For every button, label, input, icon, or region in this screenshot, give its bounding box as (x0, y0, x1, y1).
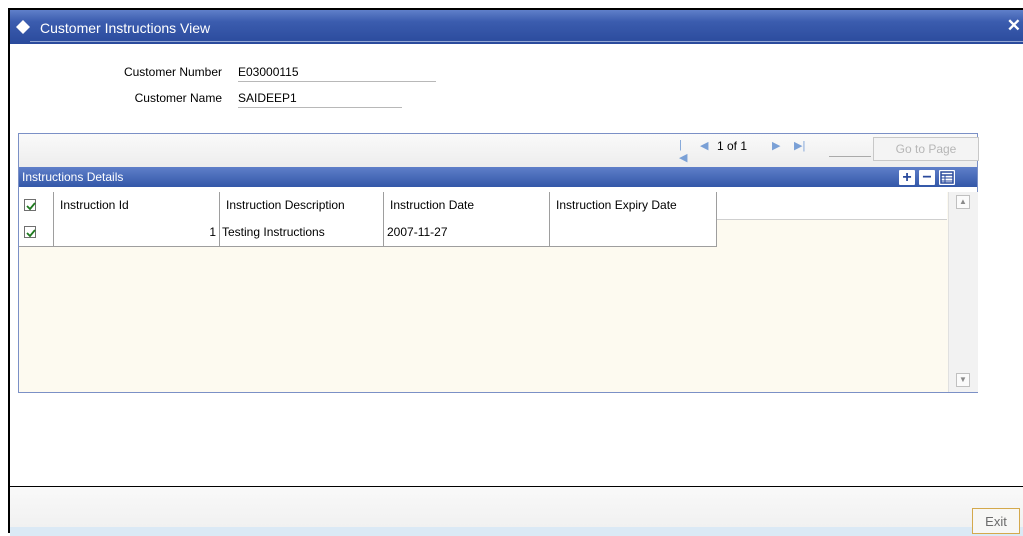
select-all-cell (19, 192, 54, 219)
row-select-cell (19, 219, 54, 246)
footer-strip (10, 527, 1023, 536)
previous-page-icon[interactable]: ◀ (700, 139, 708, 152)
grid-view-button[interactable] (939, 170, 955, 185)
customer-number-label: Customer Number (123, 65, 222, 79)
checkmark-icon (26, 229, 36, 238)
instructions-panel: |◀ ◀ 1 of 1 ▶ ▶| Go to Page Instructions… (18, 133, 979, 393)
grid-icon (940, 171, 954, 184)
instructions-grid: Instruction Id Instruction Description I… (19, 192, 978, 392)
customer-name-label: Customer Name (134, 91, 222, 105)
checkmark-icon (26, 202, 36, 211)
scroll-down-icon[interactable]: ▼ (956, 373, 970, 387)
next-page-icon[interactable]: ▶ (772, 139, 780, 152)
section-title: Instructions Details (22, 170, 124, 184)
col-header-instruction-date[interactable]: Instruction Date (384, 192, 550, 219)
scroll-up-icon[interactable]: ▲ (956, 195, 970, 209)
page-indicator: 1 of 1 (717, 139, 748, 153)
go-to-page-button[interactable]: Go to Page (873, 137, 979, 161)
add-row-button[interactable]: + (899, 170, 915, 186)
remove-row-button[interactable]: − (919, 170, 935, 186)
col-header-instruction-id[interactable]: Instruction Id (54, 192, 220, 219)
grid-scrollbar[interactable]: ▲ ▼ (948, 192, 978, 392)
customer-instructions-window: Customer Instructions View ✕ Customer Nu… (8, 8, 1023, 536)
first-page-icon[interactable]: |◀ (679, 139, 687, 164)
last-page-icon[interactable]: ▶| (794, 139, 805, 152)
section-header: Instructions Details + − (19, 167, 977, 187)
grid-header-row: Instruction Id Instruction Description I… (19, 192, 947, 220)
col-header-instruction-expiry-date[interactable]: Instruction Expiry Date (550, 192, 717, 219)
cell-instruction-expiry-date[interactable] (550, 219, 717, 246)
col-header-instruction-description[interactable]: Instruction Description (220, 192, 384, 219)
cell-instruction-id[interactable]: 1 (54, 219, 220, 246)
title-bar: Customer Instructions View ✕ (10, 10, 1023, 44)
row-checkbox[interactable] (24, 226, 36, 238)
cell-instruction-description[interactable]: Testing Instructions (220, 219, 384, 246)
table-row[interactable]: 1 Testing Instructions 2007-11-27 (19, 219, 717, 247)
window-title: Customer Instructions View (40, 20, 211, 36)
footer-bar: Exit (10, 486, 1023, 536)
pager-bar: |◀ ◀ 1 of 1 ▶ ▶| Go to Page (19, 134, 979, 170)
close-icon[interactable]: ✕ (1007, 16, 1021, 36)
customer-name-field[interactable]: SAIDEEP1 (238, 89, 402, 108)
title-underline (30, 41, 1023, 42)
page-number-input[interactable] (829, 142, 871, 157)
cell-instruction-date[interactable]: 2007-11-27 (384, 219, 550, 246)
customer-number-field[interactable]: E03000115 (238, 63, 436, 82)
exit-button[interactable]: Exit (972, 508, 1020, 534)
diamond-icon (16, 20, 30, 34)
select-all-checkbox[interactable] (24, 199, 36, 211)
